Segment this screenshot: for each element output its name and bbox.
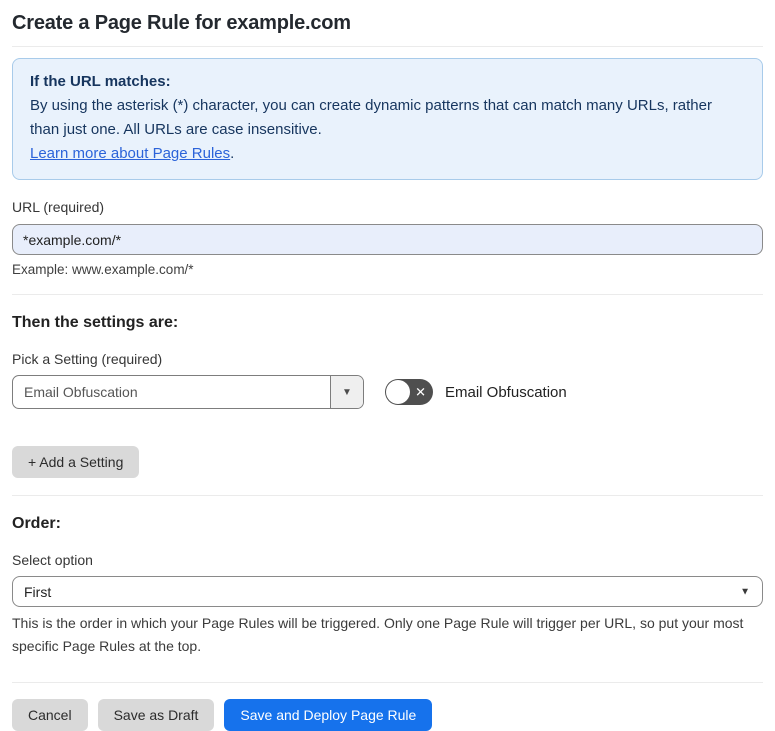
setting-row: Email Obfuscation ▼ ✕ Email Obfuscation	[12, 375, 763, 409]
setting-select-value: Email Obfuscation	[24, 384, 138, 400]
chevron-down-icon: ▼	[740, 586, 750, 597]
learn-more-link[interactable]: Learn more about Page Rules	[30, 145, 230, 162]
url-example-helper: Example: www.example.com/*	[12, 262, 194, 277]
url-field-label: URL (required)	[12, 199, 105, 215]
toggle-knob	[386, 380, 410, 404]
order-section-heading: Order:	[12, 515, 61, 532]
info-box-link-line: Learn more about Page Rules.	[30, 142, 745, 166]
info-box-heading: If the URL matches:	[30, 73, 171, 90]
footer-actions: Cancel Save as Draft Save and Deploy Pag…	[12, 699, 763, 731]
cancel-button[interactable]: Cancel	[12, 699, 88, 731]
info-box-body-text: By using the asterisk (*) character, you…	[30, 97, 712, 138]
setting-select-arrow-button[interactable]: ▼	[330, 376, 363, 408]
order-select-label: Select option	[12, 552, 93, 568]
url-input[interactable]	[12, 224, 763, 255]
settings-section-divider	[12, 495, 763, 496]
title-divider	[12, 46, 763, 47]
page-rule-form: Create a Page Rule for example.com If th…	[0, 0, 775, 731]
email-obfuscation-toggle-group: ✕ Email Obfuscation	[385, 379, 567, 405]
url-match-info-box: If the URL matches: By using the asteris…	[12, 58, 763, 180]
settings-section-heading: Then the settings are:	[12, 314, 179, 331]
toggle-label: Email Obfuscation	[445, 383, 567, 401]
toggle-off-x-icon: ✕	[415, 384, 426, 400]
footer-divider	[12, 682, 763, 683]
url-section-divider	[12, 294, 763, 295]
setting-select[interactable]: Email Obfuscation ▼	[12, 375, 364, 409]
info-box-body: By using the asterisk (*) character, you…	[30, 94, 745, 142]
chevron-down-icon: ▼	[342, 386, 352, 398]
order-select-value: First	[24, 583, 52, 600]
order-helper-text: This is the order in which your Page Rul…	[12, 615, 744, 654]
order-select[interactable]: First ▼	[12, 576, 763, 607]
save-and-deploy-button[interactable]: Save and Deploy Page Rule	[224, 699, 433, 731]
save-as-draft-button[interactable]: Save as Draft	[97, 699, 215, 731]
page-title: Create a Page Rule for example.com	[12, 12, 351, 34]
email-obfuscation-toggle[interactable]: ✕	[385, 379, 433, 405]
link-period: .	[230, 145, 235, 162]
pick-setting-label: Pick a Setting (required)	[12, 351, 163, 367]
add-setting-button[interactable]: + Add a Setting	[12, 446, 140, 478]
